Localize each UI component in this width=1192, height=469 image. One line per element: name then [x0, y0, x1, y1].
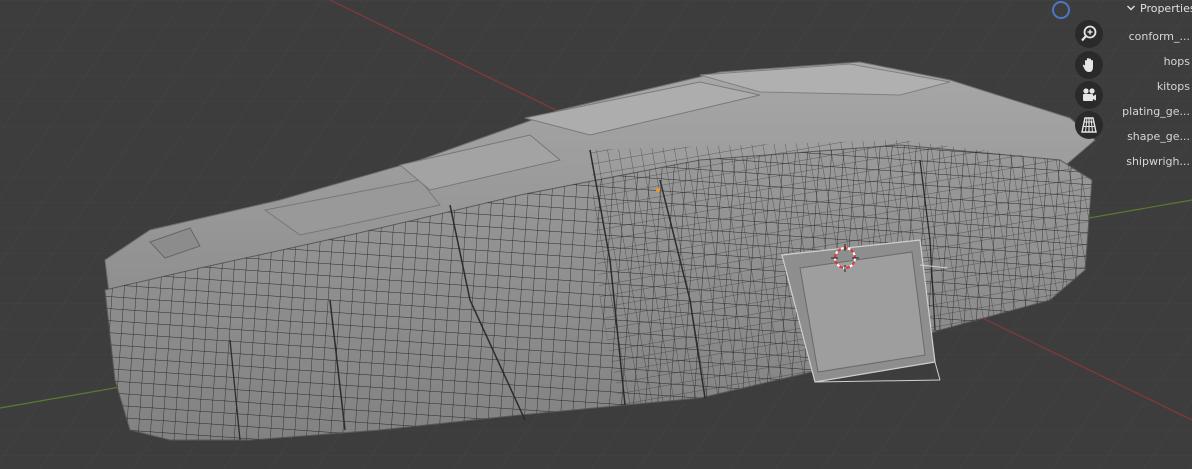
addon-item-plating[interactable]: plating_ge...	[1114, 103, 1190, 121]
addon-item-shipwright[interactable]: shipwrigh...	[1114, 153, 1190, 171]
addon-item-conform[interactable]: conform_...	[1114, 28, 1190, 46]
zoom-icon	[1081, 25, 1097, 42]
properties-header-label: Properties	[1140, 1, 1192, 15]
viewport-scene[interactable]	[0, 0, 1192, 469]
chevron-down-icon	[1127, 5, 1135, 11]
addon-item-hops[interactable]: hops	[1114, 53, 1190, 71]
addon-item-kitops[interactable]: kitops	[1114, 78, 1190, 96]
perspective-toggle-button[interactable]	[1075, 111, 1103, 139]
addon-item-shape[interactable]: shape_ge...	[1114, 128, 1190, 146]
navigation-gizmo[interactable]	[1052, 1, 1070, 19]
camera-view-button[interactable]	[1075, 81, 1103, 109]
properties-panel: Properties conform_... hops kitops plati…	[1112, 0, 1192, 180]
3d-viewport[interactable]: Properties conform_... hops kitops plati…	[0, 0, 1192, 469]
camera-icon	[1083, 88, 1096, 101]
zoom-button[interactable]	[1075, 20, 1103, 48]
pan-button[interactable]	[1075, 51, 1103, 79]
properties-header[interactable]: Properties	[1126, 0, 1192, 16]
selected-vertex	[656, 188, 660, 192]
grid-perspective-icon	[1081, 117, 1097, 133]
hand-pan-icon	[1082, 58, 1093, 72]
